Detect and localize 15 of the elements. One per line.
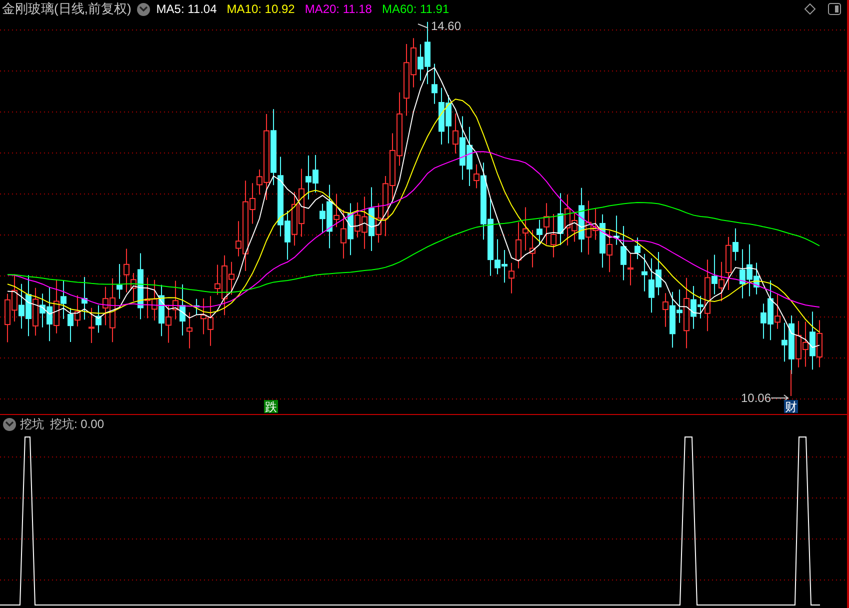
- dropdown-icon[interactable]: [3, 418, 16, 430]
- signal-marker: 财: [784, 400, 798, 414]
- signal-marker: 跌: [264, 400, 278, 414]
- indicator-reading: 挖坑: 0.00: [50, 416, 104, 433]
- wick-line: [790, 370, 792, 396]
- diamond-icon[interactable]: [804, 3, 816, 15]
- ma-reading: MA20: 11.18: [304, 1, 372, 18]
- panel-toggle-icon[interactable]: [828, 3, 841, 15]
- ma-reading: MA5: 11.04: [156, 1, 217, 18]
- indicator-name: 挖坑: [20, 416, 44, 433]
- ma-reading: MA60: 11.91: [382, 1, 450, 18]
- ma-reading: MA10: 10.92: [226, 1, 295, 18]
- high-price-label: 14.60: [418, 19, 462, 33]
- dropdown-icon[interactable]: [137, 2, 150, 16]
- chart-title: 金刚玻璃(日线,前复权): [2, 0, 132, 18]
